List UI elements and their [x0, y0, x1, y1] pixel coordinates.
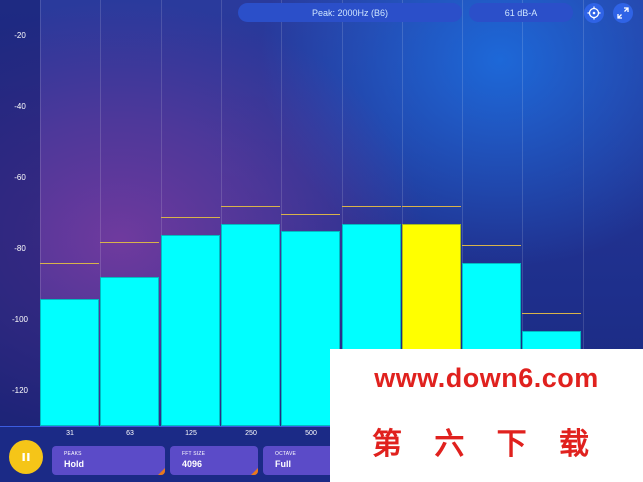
spectrum-bar-63 [100, 277, 159, 426]
y-tick-label: -20 [14, 31, 26, 40]
x-tick-label: 250 [245, 430, 257, 437]
watermark-overlay: www.down6.com 第 六 下 载 [330, 349, 643, 482]
peak-hold-line-31 [40, 263, 99, 264]
watermark-url: www.down6.com [374, 363, 599, 393]
y-tick-label: -60 [14, 173, 26, 182]
pause-button[interactable] [9, 440, 43, 474]
fft-size-setting-card[interactable]: FFT SIZE 4096 [170, 446, 258, 475]
peaks-value: Hold [64, 459, 84, 469]
crosshair-button[interactable] [584, 3, 604, 23]
y-tick-label: -80 [14, 244, 26, 253]
fft-size-value: 4096 [182, 459, 203, 469]
y-tick-label: -100 [11, 315, 28, 324]
peak-hold-line-63 [100, 242, 159, 243]
x-tick-label: 125 [185, 430, 197, 437]
peak-hold-line-2k [402, 206, 461, 207]
y-tick-label: -40 [14, 102, 26, 111]
peak-hold-line-8k [522, 313, 581, 314]
sound-level-text: 61 dB-A [504, 7, 538, 18]
peak-hold-line-4k [462, 245, 521, 246]
x-tick-label: 63 [126, 430, 134, 437]
expand-icon [617, 7, 629, 19]
watermark-chinese-text: 第 六 下 载 [371, 428, 601, 461]
sound-level-display: 61 dB-A [469, 3, 573, 22]
y-tick-label: -120 [11, 386, 28, 395]
fft-size-label: FFT SIZE [182, 451, 206, 457]
peak-hold-line-500 [281, 214, 340, 215]
octave-label: OCTAVE [275, 451, 297, 457]
peak-hold-line-1k [342, 206, 401, 207]
crosshair-icon [587, 6, 601, 20]
x-tick-label: 31 [66, 430, 74, 437]
spectrum-bar-250 [221, 224, 280, 426]
spectrum-analyzer-app: -20 -40 -60 -80 -100 -120 Peak: 2000Hz (… [0, 0, 643, 482]
peak-frequency-text: Peak: 2000Hz (B6) [311, 7, 389, 18]
x-tick-label: 500 [305, 430, 317, 437]
peaks-setting-card[interactable]: PEAKS Hold [52, 446, 165, 475]
dropdown-corner-icon [251, 468, 258, 475]
spectrum-bar-31 [40, 298, 99, 426]
octave-value: Full [275, 459, 291, 469]
dropdown-corner-icon [158, 468, 165, 475]
peak-hold-line-125 [161, 217, 220, 218]
spectrum-bar-125 [161, 234, 220, 426]
peaks-label: PEAKS [64, 451, 82, 457]
y-axis: -20 -40 -60 -80 -100 -120 [0, 0, 40, 426]
peak-frequency-display: Peak: 2000Hz (B6) [238, 3, 462, 22]
expand-button[interactable] [613, 3, 633, 23]
peak-hold-line-250 [221, 206, 280, 207]
pause-icon [22, 453, 30, 461]
